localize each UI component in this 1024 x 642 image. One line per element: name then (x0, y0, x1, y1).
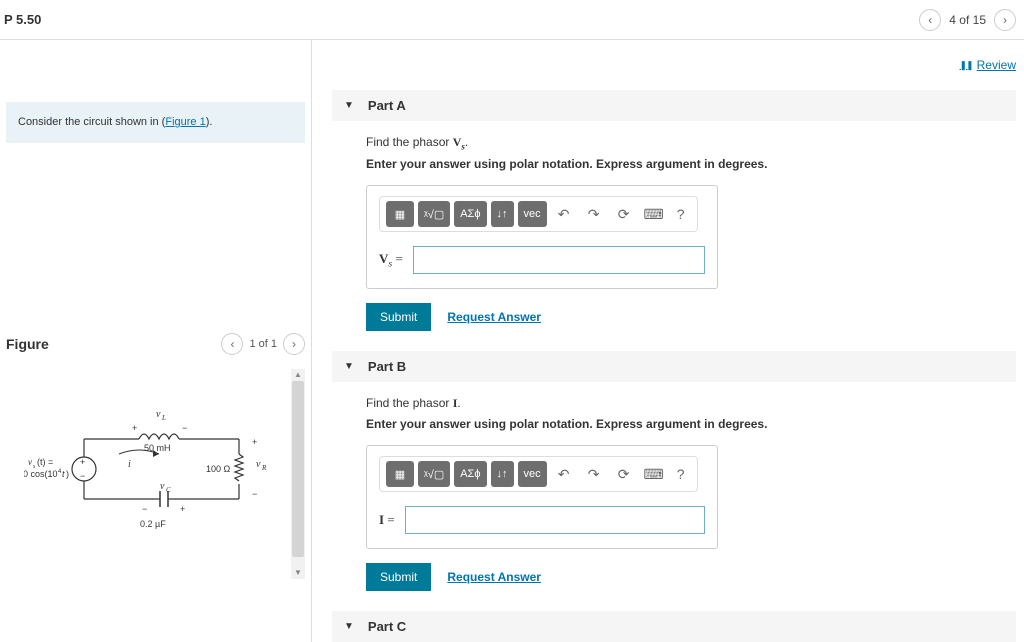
svg-text:+: + (132, 423, 137, 433)
reset-button[interactable]: ⟳ (611, 201, 637, 227)
part-b-title: Part B (368, 359, 406, 374)
caret-down-icon: ▼ (344, 621, 354, 632)
part-b-toolbar: ▦ ᵡ√▢ ΑΣϕ ↓↑ vec ↶ ↷ ⟳ ⌨ ? (379, 456, 698, 492)
figure-nav: ‹ 1 of 1 › (221, 333, 305, 355)
vec-button[interactable]: vec (518, 201, 547, 227)
part-c: ▼ Part C (332, 611, 1016, 642)
part-b-request-answer-link[interactable]: Request Answer (447, 570, 541, 584)
part-a-answer-box: ▦ ᵡ√▢ ΑΣϕ ↓↑ vec ↶ ↷ ⟳ ⌨ ? Vs = (366, 185, 718, 289)
svg-text:): ) (66, 469, 69, 479)
part-a: ▼ Part A Find the phasor Vs. Enter your … (332, 90, 1016, 331)
circuit-diagram: + − vL + − 50 mH i 100 Ω vR + − vC − + 0… (24, 399, 274, 549)
redo-button[interactable]: ↷ (581, 201, 607, 227)
redo-button[interactable]: ↷ (581, 461, 607, 487)
svg-text:v: v (256, 459, 261, 470)
svg-text:+: + (180, 504, 185, 514)
svg-text:R: R (261, 464, 267, 472)
problem-number: P 5.50 (4, 12, 41, 27)
part-a-submit-button[interactable]: Submit (366, 303, 431, 331)
svg-text:+: + (252, 437, 257, 447)
figure-link[interactable]: Figure 1 (165, 116, 205, 128)
problem-nav: ‹ 4 of 15 › (919, 9, 1016, 31)
part-a-header[interactable]: ▼ Part A (332, 90, 1016, 121)
keyboard-button[interactable]: ⌨ (641, 201, 667, 227)
svg-text:−: − (80, 471, 85, 481)
greek-button[interactable]: ΑΣϕ (454, 461, 486, 487)
prev-figure-button[interactable]: ‹ (221, 333, 243, 355)
svg-text:0.2 µF: 0.2 µF (140, 519, 166, 529)
svg-text:v: v (28, 457, 32, 467)
part-a-answer-input[interactable] (413, 246, 705, 274)
svg-text:L: L (161, 414, 166, 422)
svg-text:+: + (80, 457, 85, 467)
undo-button[interactable]: ↶ (551, 201, 577, 227)
svg-text:t: t (62, 469, 65, 479)
svg-text:i: i (128, 459, 131, 470)
arrows-button[interactable]: ↓↑ (491, 461, 514, 487)
scroll-down-arrow[interactable]: ▼ (291, 567, 305, 579)
prompt-text-suffix: ). (206, 116, 213, 128)
prompt-text-prefix: Consider the circuit shown in ( (18, 116, 165, 128)
part-a-instruction1: Find the phasor Vs. (366, 135, 1016, 151)
part-a-answer-label: Vs = (379, 251, 403, 270)
svg-text:v: v (156, 409, 161, 420)
part-b-header[interactable]: ▼ Part B (332, 351, 1016, 382)
greek-button[interactable]: ΑΣϕ (454, 201, 486, 227)
svg-text:−: − (252, 489, 257, 499)
svg-text:100 Ω: 100 Ω (206, 464, 231, 474)
prompt-box: Consider the circuit shown in (Figure 1)… (6, 102, 305, 143)
scroll-thumb[interactable] (292, 381, 304, 557)
review-link[interactable]: Review (960, 58, 1016, 72)
svg-text:10 cos(10: 10 cos(10 (24, 469, 58, 479)
figure-title: Figure (6, 336, 49, 352)
help-button[interactable]: ? (671, 461, 691, 487)
figure-header: Figure ‹ 1 of 1 › (0, 333, 311, 355)
figure-position: 1 of 1 (249, 338, 277, 350)
keyboard-button[interactable]: ⌨ (641, 461, 667, 487)
part-b-instruction1: Find the phasor I. (366, 396, 1016, 411)
left-column: Consider the circuit shown in (Figure 1)… (0, 40, 312, 642)
undo-button[interactable]: ↶ (551, 461, 577, 487)
part-b-answer-input[interactable] (405, 506, 705, 534)
part-b-answer-label: I = (379, 512, 395, 528)
scroll-up-arrow[interactable]: ▲ (291, 369, 305, 381)
sqrt-button[interactable]: ᵡ√▢ (418, 201, 450, 227)
template-button[interactable]: ▦ (386, 201, 414, 227)
svg-text:50 mH: 50 mH (144, 443, 171, 453)
next-problem-button[interactable]: › (994, 9, 1016, 31)
part-c-header[interactable]: ▼ Part C (332, 611, 1016, 642)
sqrt-button[interactable]: ᵡ√▢ (418, 461, 450, 487)
figure-scrollbar[interactable]: ▲ ▼ (291, 369, 305, 579)
part-a-request-answer-link[interactable]: Request Answer (447, 310, 541, 324)
reset-button[interactable]: ⟳ (611, 461, 637, 487)
part-b: ▼ Part B Find the phasor I. Enter your a… (332, 351, 1016, 591)
caret-down-icon: ▼ (344, 100, 354, 111)
part-b-instruction2: Enter your answer using polar notation. … (366, 417, 1016, 431)
template-button[interactable]: ▦ (386, 461, 414, 487)
part-a-title: Part A (368, 98, 406, 113)
svg-text:−: − (182, 423, 187, 433)
part-a-instruction2: Enter your answer using polar notation. … (366, 157, 1016, 171)
part-c-title: Part C (368, 619, 406, 634)
prev-problem-button[interactable]: ‹ (919, 9, 941, 31)
problem-position: 4 of 15 (949, 13, 986, 27)
next-figure-button[interactable]: › (283, 333, 305, 355)
caret-down-icon: ▼ (344, 361, 354, 372)
vec-button[interactable]: vec (518, 461, 547, 487)
part-a-toolbar: ▦ ᵡ√▢ ΑΣϕ ↓↑ vec ↶ ↷ ⟳ ⌨ ? (379, 196, 698, 232)
figure-area: ▲ ▼ (6, 369, 305, 579)
top-bar: P 5.50 ‹ 4 of 15 › (0, 0, 1024, 40)
svg-text:−: − (142, 504, 147, 514)
right-column: Review ▼ Part A Find the phasor Vs. Ente… (312, 40, 1024, 642)
help-button[interactable]: ? (671, 201, 691, 227)
svg-text:(t) =: (t) = (37, 457, 53, 467)
svg-text:v: v (160, 481, 165, 492)
part-b-answer-box: ▦ ᵡ√▢ ΑΣϕ ↓↑ vec ↶ ↷ ⟳ ⌨ ? I = (366, 445, 718, 549)
arrows-button[interactable]: ↓↑ (491, 201, 514, 227)
part-b-submit-button[interactable]: Submit (366, 563, 431, 591)
svg-text:C: C (166, 486, 171, 494)
